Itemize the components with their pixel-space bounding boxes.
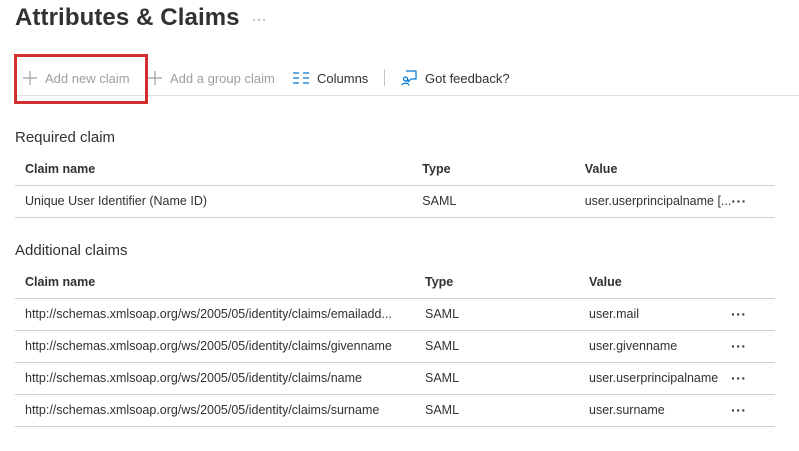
claim-name-cell: http://schemas.xmlsoap.org/ws/2005/05/id… [25, 371, 362, 385]
column-header-type[interactable]: Type [412, 153, 575, 186]
claim-type-cell: SAML [415, 298, 579, 331]
table-row[interactable]: http://schemas.xmlsoap.org/ws/2005/05/id… [15, 298, 775, 331]
column-header-actions [731, 266, 775, 299]
columns-icon [293, 72, 309, 84]
claim-type-cell: SAML [415, 330, 579, 363]
column-header-value[interactable]: Value [574, 153, 732, 186]
claim-name-cell: http://schemas.xmlsoap.org/ws/2005/05/id… [25, 307, 392, 321]
toolbar-divider [384, 69, 385, 86]
feedback-label: Got feedback? [425, 70, 510, 86]
table-header-row: Claim name Type Value [15, 153, 775, 186]
columns-button[interactable]: Columns [293, 60, 368, 96]
additional-claims-table: Claim name Type Value http://schemas.xml… [15, 266, 775, 427]
claim-value-cell: user.mail [589, 307, 640, 321]
add-new-claim-highlight [14, 54, 148, 104]
required-claim-heading: Required claim [15, 129, 116, 146]
column-header-value[interactable]: Value [579, 266, 731, 299]
add-group-claim-button[interactable]: Add a group claim [148, 60, 275, 96]
page-more-button[interactable]: ··· [252, 12, 267, 26]
row-more-button[interactable]: ··· [731, 402, 747, 418]
claim-value-cell: user.userprincipalname [589, 371, 719, 385]
page-title: Attributes & Claims [15, 4, 240, 31]
table-row[interactable]: http://schemas.xmlsoap.org/ws/2005/05/id… [15, 362, 775, 395]
plus-icon [148, 71, 162, 85]
feedback-button[interactable]: Got feedback? [401, 60, 510, 96]
claim-name-cell: http://schemas.xmlsoap.org/ws/2005/05/id… [25, 403, 380, 417]
column-header-type[interactable]: Type [415, 266, 579, 299]
claim-type-cell: SAML [415, 394, 579, 427]
row-more-button[interactable]: ··· [731, 338, 747, 354]
feedback-icon [401, 70, 417, 86]
table-row[interactable]: Unique User Identifier (Name ID) SAML us… [15, 185, 775, 218]
column-header-claim-name[interactable]: Claim name [15, 153, 413, 186]
column-header-claim-name[interactable]: Claim name [15, 266, 415, 299]
claim-type-cell: SAML [415, 362, 579, 395]
column-header-actions [731, 153, 775, 186]
claim-value-cell: user.givenname [589, 339, 678, 353]
add-group-claim-label: Add a group claim [170, 70, 275, 86]
table-header-row: Claim name Type Value [15, 266, 775, 299]
columns-label: Columns [317, 70, 369, 86]
row-more-button[interactable]: ··· [731, 193, 747, 209]
claim-value-cell: user.userprincipalname [... [584, 194, 732, 208]
claim-type-cell: SAML [412, 185, 575, 218]
claim-name-cell: http://schemas.xmlsoap.org/ws/2005/05/id… [25, 339, 392, 353]
additional-claims-heading: Additional claims [15, 242, 128, 259]
claim-name-cell: Unique User Identifier (Name ID) [25, 194, 208, 208]
required-claim-table: Claim name Type Value Unique User Identi… [15, 153, 775, 218]
row-more-button[interactable]: ··· [731, 370, 747, 386]
table-row[interactable]: http://schemas.xmlsoap.org/ws/2005/05/id… [15, 330, 775, 363]
claim-value-cell: user.surname [589, 403, 665, 417]
row-more-button[interactable]: ··· [731, 306, 747, 322]
table-row[interactable]: http://schemas.xmlsoap.org/ws/2005/05/id… [15, 394, 775, 427]
